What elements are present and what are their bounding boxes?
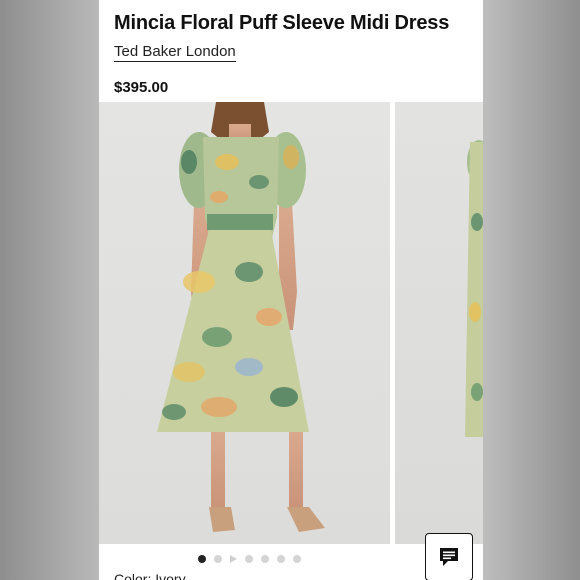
blurred-backdrop-right [483,0,580,580]
pagination-dot-2[interactable] [213,555,222,563]
brand-link[interactable]: Ted Baker London [114,43,236,62]
blurred-backdrop-left [0,0,99,580]
pagination-dot-5[interactable] [260,555,269,563]
pagination-dot-4[interactable] [244,555,253,563]
pagination-dot-7[interactable] [292,555,301,563]
dress-photo [157,102,325,532]
chat-button[interactable] [425,533,473,580]
product-image-main[interactable] [99,102,390,544]
product-page: Mincia Floral Puff Sleeve Midi Dress Ted… [99,0,483,580]
chat-bubble-icon [440,548,458,566]
carousel-pagination [99,553,399,565]
pagination-dot-1[interactable] [197,555,206,563]
product-title: Mincia Floral Puff Sleeve Midi Dress [114,12,450,34]
play-video-icon[interactable] [229,555,237,563]
product-image-next[interactable] [395,102,483,544]
image-carousel[interactable] [99,102,483,544]
product-price: $395.00 [114,79,169,96]
pagination-dot-6[interactable] [276,555,285,563]
dress-photo-side [465,140,483,437]
color-label: Color: Ivory [114,571,186,580]
